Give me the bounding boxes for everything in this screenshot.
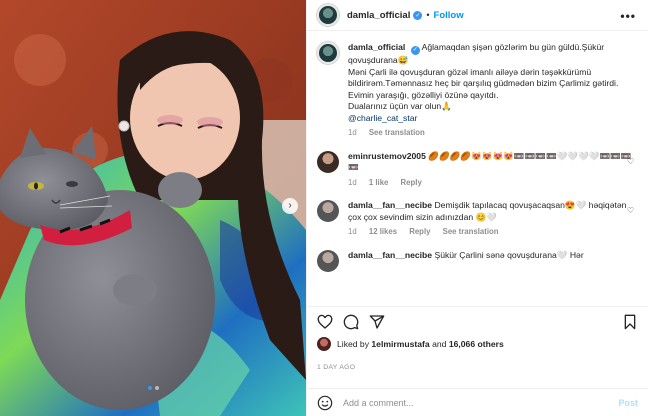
see-translation-link[interactable]: See translation <box>443 227 499 236</box>
comment-body: damla__fan__necibe Şükür Çarlini sənə qo… <box>348 250 633 272</box>
reply-button[interactable]: Reply <box>409 227 430 236</box>
follow-button[interactable]: Follow <box>434 10 464 21</box>
liker-username[interactable]: 1elmirmustafa <box>371 339 429 349</box>
carousel-dot <box>154 386 159 390</box>
comment: eminrustemov2005 🏉🏉🏉🏉😻😻😻😻📼📼📼📼🤍🤍🤍🤍📼📼📼📼 1d… <box>317 150 638 189</box>
comment-body: eminrustemov2005 🏉🏉🏉🏉😻😻😻😻📼📼📼📼🤍🤍🤍🤍📼📼📼📼 1d… <box>348 151 633 189</box>
timestamp[interactable]: 1d <box>348 128 357 137</box>
heart-icon[interactable]: ♡ <box>627 157 634 166</box>
avatar[interactable] <box>317 150 339 173</box>
like-count[interactable]: 12 likes <box>369 227 397 236</box>
chevron-right-icon[interactable]: › <box>282 198 298 214</box>
post-side-panel: damla_official ✓ • Follow ••• damla_offi… <box>306 0 648 416</box>
comment-username[interactable]: damla__fan__necibe <box>348 200 432 210</box>
caption-line: Dualarınız üçün var olun🙏 <box>348 101 452 112</box>
post-age[interactable]: 1 DAY AGO <box>317 364 355 371</box>
action-bar <box>307 306 648 336</box>
likes-middle: and <box>432 339 447 349</box>
caption-body: damla_official ✓ Ağlamaqdan şişən gözlər… <box>348 42 633 139</box>
mention-link[interactable]: @charlie_cat_star <box>348 113 633 125</box>
likes-summary: Liked by 1elmirmustafa and 16,066 others <box>317 337 638 351</box>
comment-username[interactable]: damla__fan__necibe <box>348 250 432 260</box>
bookmark-icon[interactable] <box>622 314 638 330</box>
instagram-post: › damla_official ✓ • Follow ••• damla_of… <box>0 0 648 416</box>
caption-line: Evimin yaraşığı, gözəlliyi özünə qayıtdı… <box>348 89 499 100</box>
post-header: damla_official ✓ • Follow ••• <box>307 0 648 31</box>
carousel-indicator <box>0 386 306 390</box>
post-photo[interactable]: › <box>0 0 306 416</box>
caption: damla_official ✓ Ağlamaqdan şişən gözlər… <box>317 42 638 139</box>
avatar[interactable] <box>317 337 331 351</box>
avatar[interactable] <box>317 200 339 223</box>
comment: damla__fan__necibe Demişdik tapılacaq qo… <box>317 200 638 238</box>
avatar[interactable] <box>317 42 339 64</box>
comment-meta: 1d 12 likes Reply See translation <box>348 226 633 238</box>
more-options-icon[interactable]: ••• <box>620 9 636 23</box>
heart-icon[interactable] <box>317 314 333 330</box>
heart-icon[interactable]: ♡ <box>627 206 634 215</box>
likes-prefix: Liked by <box>337 339 370 349</box>
comments-list[interactable]: damla_official ✓ Ağlamaqdan şişən gözlər… <box>307 32 648 300</box>
comment-icon[interactable] <box>343 314 359 330</box>
emoji-icon[interactable] <box>317 395 333 411</box>
verified-badge-icon: ✓ <box>410 46 420 56</box>
reply-button[interactable]: Reply <box>401 178 422 187</box>
caption-meta: 1d See translation <box>348 127 633 139</box>
author-username[interactable]: damla_official <box>347 10 410 21</box>
caption-line: Məni Çarli ilə qovuşduran gözəl imanlı a… <box>348 66 619 89</box>
timestamp[interactable]: 1d <box>348 227 357 236</box>
likes-count-link[interactable]: 16,066 others <box>449 339 504 349</box>
avatar[interactable] <box>317 249 339 272</box>
comment-body: damla__fan__necibe Demişdik tapılacaq qo… <box>348 200 633 238</box>
like-count[interactable]: 1 like <box>369 178 389 187</box>
comment-text: Şükür Çarlini sənə qovuşdurana🤍 Hər <box>434 249 584 260</box>
caption-username[interactable]: damla_official <box>348 42 405 52</box>
photo-woman-with-cat <box>0 0 306 416</box>
comment-username[interactable]: eminrustemov2005 <box>348 151 426 161</box>
share-icon[interactable] <box>369 314 385 330</box>
post-button[interactable]: Post <box>618 398 638 408</box>
verified-badge-icon: ✓ <box>413 10 423 20</box>
separator-dot: • <box>426 10 430 20</box>
timestamp[interactable]: 1d <box>348 178 357 187</box>
add-comment-bar: Post <box>307 388 648 416</box>
comment-input[interactable] <box>343 397 619 408</box>
comment: damla__fan__necibe Şükür Çarlini sənə qo… <box>317 249 638 272</box>
comment-meta: 1d 1 like Reply <box>348 177 633 189</box>
carousel-dot <box>147 386 152 390</box>
see-translation-link[interactable]: See translation <box>369 128 425 137</box>
avatar[interactable] <box>317 4 339 26</box>
